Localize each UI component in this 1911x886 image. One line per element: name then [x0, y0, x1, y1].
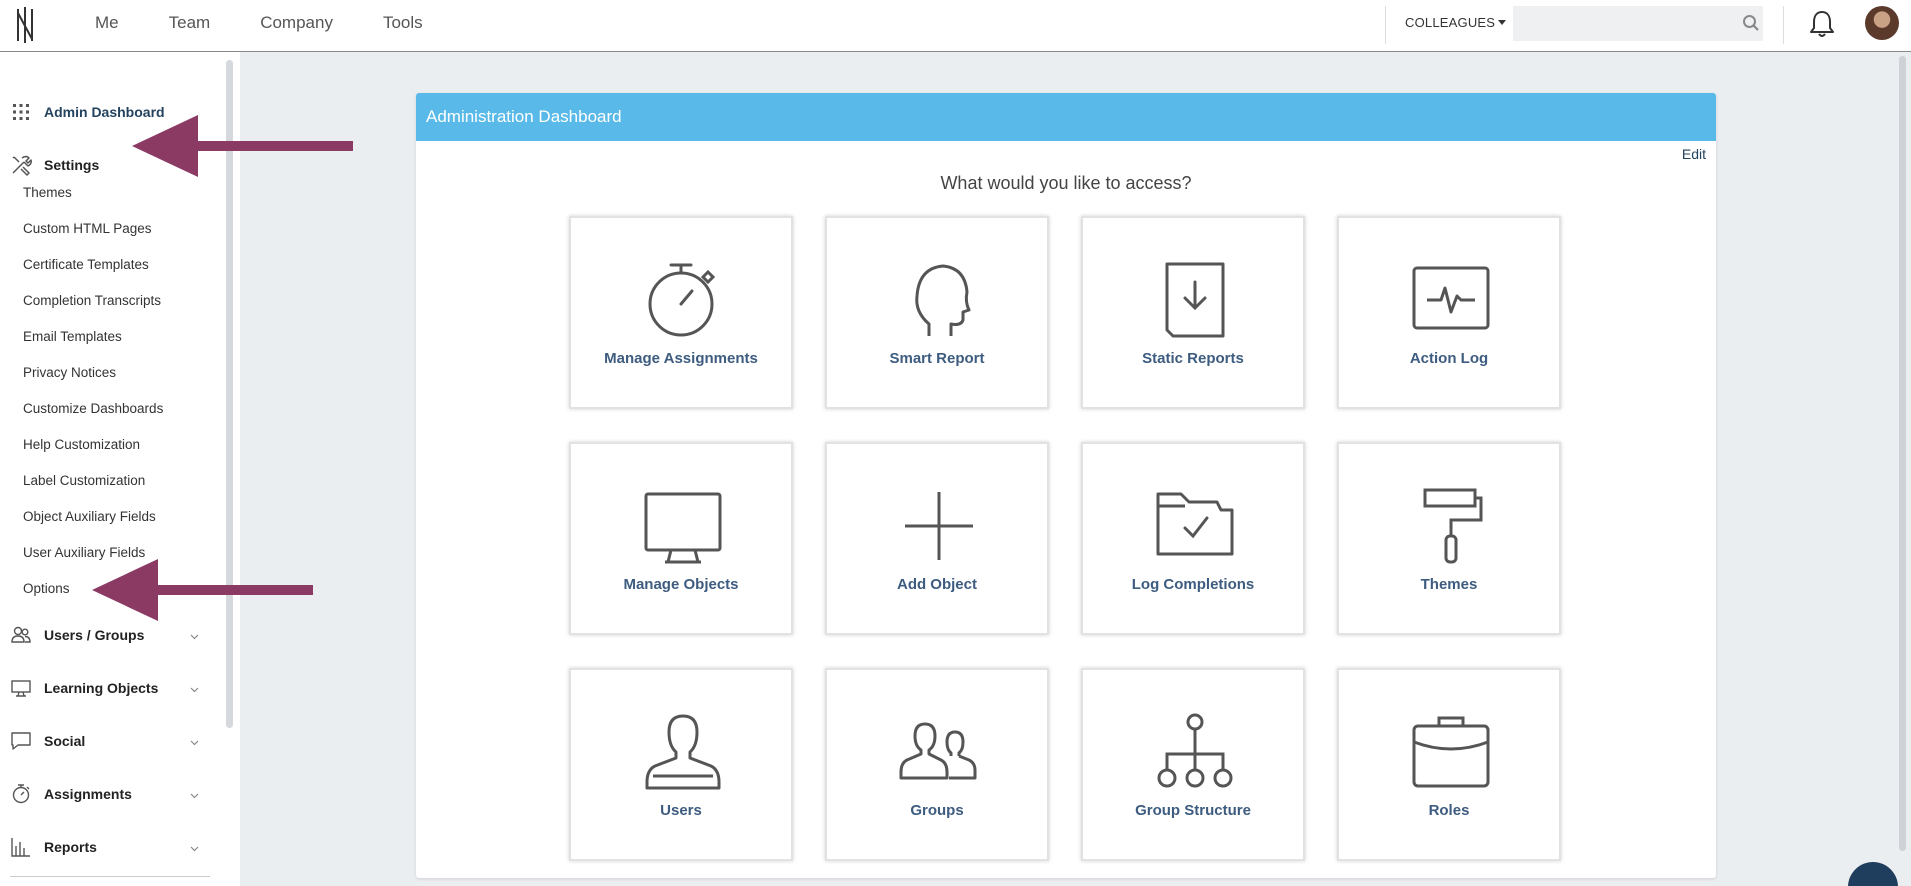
- sidebar-item-assignments[interactable]: Assignments: [0, 774, 132, 814]
- tile-log-completions[interactable]: Log Completions: [1081, 442, 1305, 635]
- chat-icon: [11, 732, 31, 750]
- colleagues-dropdown[interactable]: COLLEAGUES: [1405, 0, 1507, 46]
- users-icon: [11, 626, 31, 643]
- search-input[interactable]: [1513, 6, 1763, 41]
- tile-label: Action Log: [1409, 350, 1489, 367]
- help-button[interactable]: [1848, 862, 1898, 886]
- admin-dashboard-panel: Administration Dashboard Edit What would…: [416, 93, 1716, 878]
- tile-manage-objects[interactable]: Manage Objects: [569, 442, 793, 635]
- sidebar-item-social[interactable]: Social: [0, 721, 85, 761]
- sidebar-item-label: Social: [44, 733, 86, 749]
- settings-item-options[interactable]: Options: [23, 581, 70, 596]
- tile-label: Manage Assignments: [604, 350, 758, 367]
- briefcase-icon: [1412, 716, 1490, 788]
- top-divider: [1385, 6, 1386, 44]
- search-icon[interactable]: [1742, 14, 1760, 32]
- tile-groups[interactable]: Groups: [825, 668, 1049, 861]
- grid-icon: [13, 104, 29, 120]
- topnav-tools[interactable]: Tools: [358, 0, 448, 46]
- tile-label: Add Object: [896, 576, 977, 593]
- stopwatch-icon: [648, 263, 716, 337]
- head-icon: [915, 264, 971, 336]
- chevron-down-icon[interactable]: [190, 740, 199, 746]
- top-divider: [1783, 6, 1784, 44]
- tile-label: Static Reports: [1142, 350, 1244, 367]
- chevron-down-icon[interactable]: [190, 634, 199, 640]
- settings-item-label-customization[interactable]: Label Customization: [23, 473, 145, 488]
- paint-roller-icon: [1423, 488, 1483, 564]
- settings-item-customize-dashboards[interactable]: Customize Dashboards: [23, 401, 163, 416]
- pulse-monitor-icon: [1412, 266, 1490, 330]
- topnav-me[interactable]: Me: [70, 0, 144, 46]
- tile-themes[interactable]: Themes: [1337, 442, 1561, 635]
- tile-static-reports[interactable]: Static Reports: [1081, 216, 1305, 409]
- settings-item-privacy-notices[interactable]: Privacy Notices: [23, 365, 116, 380]
- settings-item-custom-html-pages[interactable]: Custom HTML Pages: [23, 221, 152, 236]
- tile-label: Manage Objects: [623, 576, 739, 593]
- tile-group-structure[interactable]: Group Structure: [1081, 668, 1305, 861]
- panel-title: Administration Dashboard: [416, 93, 1716, 141]
- caret-down-icon: [1498, 20, 1507, 25]
- settings-item-themes[interactable]: Themes: [23, 185, 72, 200]
- chevron-down-icon[interactable]: [190, 846, 199, 852]
- sidebar-item-label: Users / Groups: [44, 627, 145, 643]
- users-icon: [899, 722, 977, 780]
- sidebar-divider: [10, 876, 210, 877]
- sidebar-item-learning-objects[interactable]: Learning Objects: [0, 668, 158, 708]
- tile-label: Group Structure: [1135, 802, 1251, 819]
- sidebar-item-label: Assignments: [44, 786, 132, 802]
- top-bar: Me Team Company Tools COLLEAGUES: [0, 0, 1911, 52]
- tile-label: Users: [660, 802, 702, 819]
- plus-icon: [905, 492, 973, 560]
- avatar[interactable]: [1865, 6, 1899, 40]
- annotation-arrow-options: [92, 559, 313, 621]
- chevron-down-icon[interactable]: [190, 793, 199, 799]
- stopwatch-icon: [12, 784, 30, 804]
- tile-label: Groups: [910, 802, 964, 819]
- top-nav: Me Team Company Tools: [70, 0, 448, 46]
- access-prompt: What would you like to access?: [940, 173, 1192, 193]
- tile-action-log[interactable]: Action Log: [1337, 216, 1561, 409]
- edit-link[interactable]: Edit: [1682, 146, 1706, 162]
- settings-item-email-templates[interactable]: Email Templates: [23, 329, 122, 344]
- tile-manage-assignments[interactable]: Manage Assignments: [569, 216, 793, 409]
- tile-users[interactable]: Users: [569, 668, 793, 861]
- sidebar-item-settings[interactable]: Settings: [0, 145, 99, 185]
- colleagues-label: COLLEAGUES: [1405, 15, 1496, 30]
- sidebar-item-label: Learning Objects: [44, 680, 159, 696]
- topnav-team[interactable]: Team: [144, 0, 236, 46]
- tile-label: Smart Report: [889, 350, 985, 367]
- sidebar-item-reports[interactable]: Reports: [0, 827, 97, 867]
- monitor-icon: [644, 492, 722, 564]
- tile-smart-report[interactable]: Smart Report: [825, 216, 1049, 409]
- page-scrollbar[interactable]: [1899, 56, 1906, 851]
- folder-check-icon: [1156, 492, 1234, 556]
- bell-icon[interactable]: [1808, 9, 1836, 39]
- chevron-down-icon[interactable]: [190, 687, 199, 693]
- tile-add-object[interactable]: Add Object: [825, 442, 1049, 635]
- annotation-arrow-settings: [132, 115, 353, 177]
- monitor-icon: [11, 680, 31, 697]
- settings-item-object-auxiliary-fields[interactable]: Object Auxiliary Fields: [23, 509, 156, 524]
- sidebar-item-label: Settings: [44, 157, 100, 173]
- hierarchy-icon: [1157, 713, 1233, 788]
- logo-icon[interactable]: [14, 5, 36, 45]
- tools-icon: [12, 155, 32, 176]
- sidebar-item-label: Reports: [44, 839, 97, 855]
- tile-label: Themes: [1420, 576, 1478, 593]
- document-download-icon: [1165, 262, 1225, 338]
- tile-roles[interactable]: Roles: [1337, 668, 1561, 861]
- tile-label: Log Completions: [1131, 576, 1255, 593]
- settings-item-certificate-templates[interactable]: Certificate Templates: [23, 257, 149, 272]
- tile-label: Roles: [1428, 802, 1470, 819]
- user-icon: [645, 714, 721, 790]
- bar-chart-icon: [11, 838, 30, 857]
- topnav-company[interactable]: Company: [235, 0, 358, 46]
- settings-item-completion-transcripts[interactable]: Completion Transcripts: [23, 293, 161, 308]
- settings-item-help-customization[interactable]: Help Customization: [23, 437, 140, 452]
